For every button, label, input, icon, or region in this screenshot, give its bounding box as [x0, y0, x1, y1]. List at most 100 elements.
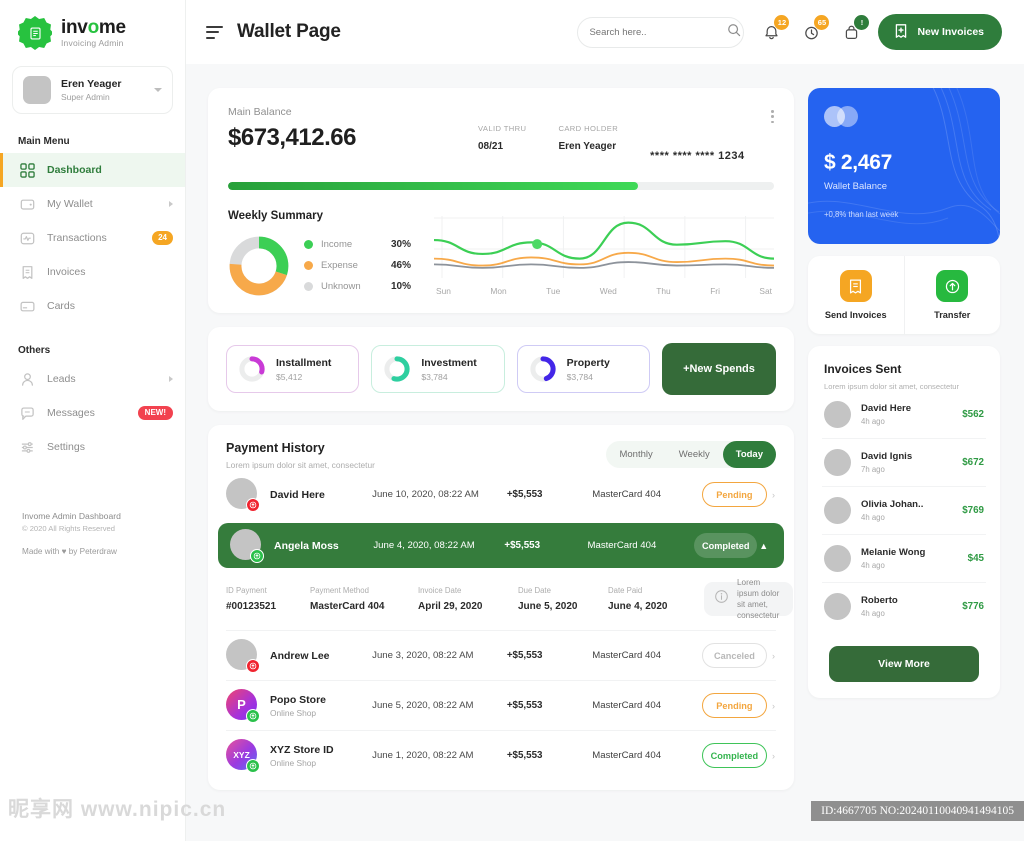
expand-row-icon[interactable]: › [767, 701, 780, 711]
right-column: $ 2,467 Wallet Balance +0,8% than last w… [808, 88, 1000, 790]
sidebar-item-leads[interactable]: Leads [0, 362, 185, 396]
detail-field: Payment Method MasterCard 404 [310, 586, 418, 612]
invoice-name: Roberto [861, 595, 898, 606]
user-profile-card[interactable]: Eren Yeager Super Admin [12, 66, 173, 114]
legend-value: 10% [391, 281, 412, 292]
spend-amount: $3,784 [421, 371, 448, 382]
detail-value: April 29, 2020 [418, 601, 483, 612]
info-icon [714, 589, 729, 609]
view-more-button[interactable]: View More [829, 646, 979, 682]
payer-name: XYZ Store ID [270, 743, 334, 756]
cart-button[interactable]: ! [838, 15, 870, 47]
status-badge[interactable]: Canceled [701, 643, 767, 668]
list-item[interactable]: Melanie Wong 4h ago $45 [808, 535, 1000, 582]
more-options-icon[interactable] [771, 106, 774, 124]
invoice-time: 4h ago [861, 609, 885, 618]
status-badge[interactable]: Pending [701, 482, 767, 507]
table-row[interactable]: P Popo Store Online Shop June 5, 2020, 08:2… [208, 681, 794, 730]
action-label: Send Invoices [824, 310, 887, 320]
legend-label: Income [321, 239, 353, 250]
footer-title: Invome Admin Dashboard [22, 511, 121, 521]
table-row[interactable]: Angela Moss June 4, 2020, 08:22 AM +$5,553… [218, 523, 784, 568]
chart-x-axis: Sun Mon Tue Wed Thu Fri Sat [434, 283, 774, 296]
notifications-button[interactable]: 12 [758, 15, 790, 47]
chart-day-label: Tue [546, 286, 561, 296]
user-name: Eren Yeager [61, 78, 122, 90]
tab-today[interactable]: Today [722, 441, 776, 468]
payment-amount: +$5,553 [506, 489, 543, 500]
sidebar-item-settings[interactable]: Settings [0, 430, 185, 464]
watermark-site: 昵享网 www.nipic.cn [8, 798, 227, 821]
balance-label: Main Balance [228, 106, 292, 118]
spend-tile-investment[interactable]: Investment $3,784 [371, 345, 505, 393]
list-item[interactable]: David Here 4h ago $562 [808, 391, 1000, 438]
sliders-icon [18, 438, 36, 456]
card-icon [18, 297, 36, 315]
status-badge[interactable]: Completed [701, 743, 767, 768]
status-badge[interactable]: Pending [701, 693, 767, 718]
expand-row-icon[interactable]: › [767, 651, 780, 661]
chart-day-label: Fri [710, 286, 720, 296]
collapse-row-icon[interactable]: ▲ [757, 541, 770, 551]
payment-date: June 10, 2020, 08:22 AM [372, 489, 479, 500]
search-input[interactable] [589, 26, 722, 38]
detail-field: ID Payment #00123521 [226, 586, 310, 612]
sidebar-item-transactions[interactable]: Transactions 24 [0, 221, 185, 255]
payment-rows: David Here June 10, 2020, 08:22 AM +$5,553… [208, 470, 794, 780]
invoice-time: 4h ago [861, 561, 885, 570]
page-title: Wallet Page [237, 21, 341, 42]
sidebar-item-invoices[interactable]: Invoices [0, 255, 185, 289]
chevron-down-icon[interactable] [154, 88, 162, 92]
detail-label: Due Date [518, 586, 551, 595]
tab-weekly[interactable]: Weekly [666, 441, 723, 468]
sidebar-item-cards[interactable]: Cards [0, 289, 185, 323]
valid-thru-value: 08/21 [478, 141, 504, 152]
sidebar-item-messages[interactable]: Messages NEW! [0, 396, 185, 430]
expand-row-icon[interactable]: › [767, 751, 780, 761]
search-box[interactable] [577, 16, 745, 48]
search-icon[interactable] [727, 23, 741, 42]
detail-field: Invoice Date April 29, 2020 [418, 586, 518, 612]
send-invoices-button[interactable]: Send Invoices [808, 256, 904, 334]
avatar [23, 76, 51, 104]
list-item[interactable]: Olivia Johan.. 4h ago $769 [808, 487, 1000, 534]
spend-label: Investment [421, 356, 477, 369]
avatar [824, 401, 851, 428]
new-invoices-button[interactable]: New Invoices [878, 14, 1002, 50]
list-item[interactable]: David Ignis 7h ago $672 [808, 439, 1000, 486]
chevron-right-icon [169, 376, 173, 382]
table-row[interactable]: XYZ XYZ Store ID Online Shop June 1, 2020, … [208, 731, 794, 780]
transfer-button[interactable]: Transfer [903, 256, 1001, 334]
valid-thru-field: VALID THRU 08/21 [478, 124, 526, 162]
legend-label: Unknown [321, 281, 361, 292]
expand-row-icon[interactable]: › [767, 490, 780, 500]
list-item[interactable]: Roberto 4h ago $776 [808, 583, 1000, 630]
sidebar-item-label: Invoices [47, 266, 86, 278]
table-row[interactable]: Andrew Lee June 3, 2020, 08:22 AM +$5,553 M… [208, 631, 794, 680]
main-area: Wallet Page 12 [186, 0, 1024, 841]
wallet-label: Wallet Balance [824, 181, 888, 192]
brand-logo[interactable]: invome Invoicing Admin [0, 0, 185, 50]
sidebar-item-label: Messages [47, 407, 95, 419]
sidebar-item-my-wallet[interactable]: My Wallet [0, 187, 185, 221]
payment-card: MasterCard 404 [592, 750, 662, 761]
sidebar-item-dashboard[interactable]: Dashboard [0, 153, 185, 187]
activity-icon [18, 229, 36, 247]
tab-monthly[interactable]: Monthly [606, 441, 665, 468]
status-badge[interactable]: Completed [694, 533, 758, 558]
invoices-sent-subtitle: Lorem ipsum dolor sit amet, consectetur [824, 382, 960, 391]
legend-item: Expense 46% [304, 255, 411, 276]
detail-value: June 5, 2020 [518, 601, 578, 612]
new-spends-button[interactable]: +New Spends [661, 343, 776, 395]
spend-tile-installment[interactable]: Installment $5,412 [226, 345, 360, 393]
detail-label: Invoice Date [418, 586, 462, 595]
spend-tile-property[interactable]: Property $3,784 [516, 345, 650, 393]
payment-card: MasterCard 404 [592, 700, 662, 711]
wallet-icon [18, 195, 36, 213]
invoice-amount: $769 [962, 505, 984, 516]
avatar [824, 449, 851, 476]
spends-card: Installment $5,412 Investment $3,784 Pro… [208, 327, 794, 411]
activity-button[interactable]: 65 [798, 15, 830, 47]
menu-toggle-icon[interactable] [206, 25, 223, 39]
table-row[interactable]: David Here June 10, 2020, 08:22 AM +$5,553… [208, 470, 794, 519]
